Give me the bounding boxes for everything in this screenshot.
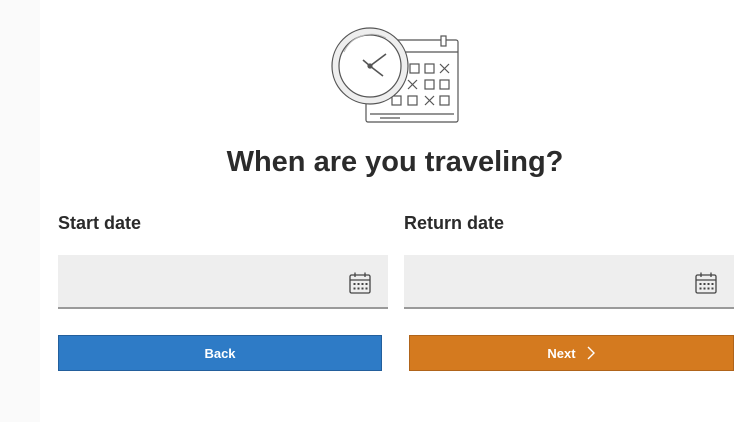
start-date-label: Start date: [58, 213, 142, 233]
clock-calendar-illustration: [331, 27, 459, 123]
travel-dates-page: When are you traveling? Start date Retur…: [0, 0, 756, 422]
page-title: When are you traveling?: [226, 146, 564, 178]
next-button-label: Next: [547, 345, 576, 361]
chevron-right-icon: [587, 346, 595, 360]
back-button[interactable]: Back: [58, 335, 382, 371]
return-date-label: Return date: [404, 213, 505, 233]
return-date-input[interactable]: [404, 255, 734, 307]
return-date-field[interactable]: [404, 255, 734, 309]
next-button[interactable]: Next: [409, 335, 734, 371]
start-date-input[interactable]: [58, 255, 388, 307]
start-date-field[interactable]: [58, 255, 388, 309]
back-button-label: Back: [204, 345, 236, 361]
calendar-icon[interactable]: [694, 271, 718, 295]
calendar-icon[interactable]: [348, 271, 372, 295]
left-margin-strip: [0, 0, 40, 422]
